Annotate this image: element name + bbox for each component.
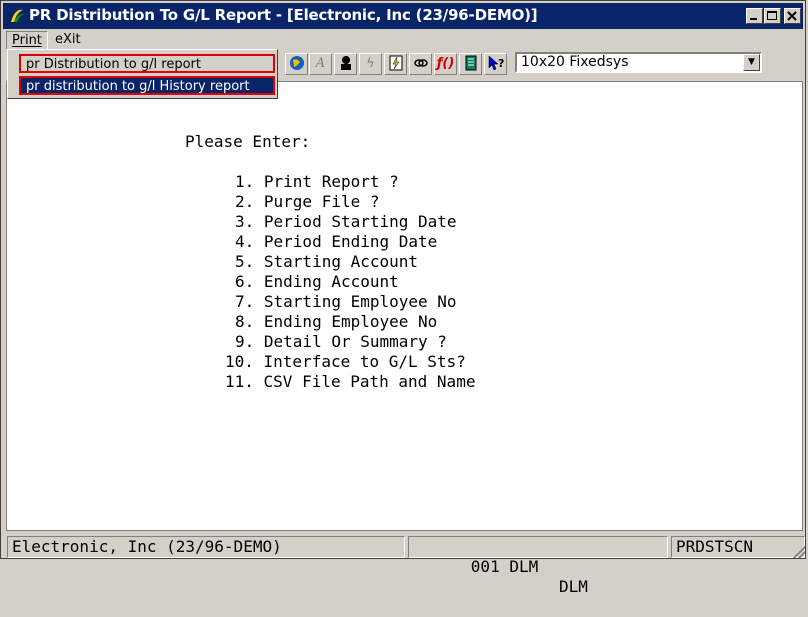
prompt-label: Please Enter: <box>185 132 311 151</box>
menu-option-10: 10. Interface to G/L Sts? <box>225 352 466 371</box>
function-icon[interactable]: ƒ() <box>434 53 457 75</box>
status-program: PRDSTSCN <box>671 536 805 558</box>
title-bar: PR Distribution To G/L Report - [Electro… <box>3 3 803 29</box>
globe-icon[interactable] <box>285 53 308 75</box>
minimize-button[interactable] <box>746 8 763 24</box>
menu-print-label: Print <box>12 33 42 48</box>
menu-option-8: 8. Ending Employee No <box>235 312 438 331</box>
menu-option-2: 2. Purge File ? <box>235 192 380 211</box>
status-user: DLM <box>559 577 588 596</box>
font-select-value: 10x20 Fixedsys <box>521 54 629 70</box>
minimize-icon <box>750 18 757 20</box>
status-company: Electronic, Inc (23/96-DEMO) <box>7 536 405 558</box>
menu-print[interactable]: Print <box>6 31 48 50</box>
menu-exit-label: eXit <box>55 32 81 47</box>
svg-text:?: ? <box>498 57 504 70</box>
print-dropdown-menu: pr Distribution to g/l report pr distrib… <box>7 49 278 99</box>
menu-exit[interactable]: eXit <box>50 31 86 48</box>
menu-option-6: 6. Ending Account <box>235 272 399 291</box>
close-icon <box>787 11 797 21</box>
maximize-button[interactable] <box>764 8 781 24</box>
notes-icon[interactable] <box>459 53 482 75</box>
font-select[interactable]: 10x20 Fixedsys ▼ <box>515 52 762 73</box>
close-button[interactable] <box>784 8 801 24</box>
status-session: 001 DLM DLM <box>408 536 668 596</box>
menu-option-1: 1. Print Report ? <box>235 172 399 191</box>
chevron-down-icon[interactable]: ▼ <box>743 54 760 71</box>
link-icon[interactable] <box>409 53 432 75</box>
menu-item-distribution-report-label: pr Distribution to g/l report <box>26 57 201 72</box>
resize-grip[interactable] <box>793 546 805 558</box>
menu-option-4: 4. Period Ending Date <box>235 232 438 251</box>
status-bar: Electronic, Inc (23/96-DEMO) 001 DLM DLM… <box>1 535 807 596</box>
app-logo-icon <box>8 8 26 24</box>
bust-icon[interactable] <box>334 53 357 75</box>
terminal-screen: Please Enter: 1. Print Report ? 2. Purge… <box>6 81 803 531</box>
menu-bar: Print eXit <box>3 29 803 51</box>
menu-option-3: 3. Period Starting Date <box>235 212 457 231</box>
lightning-icon[interactable]: ϟ <box>359 53 382 75</box>
maximize-icon <box>767 11 777 20</box>
window-title: PR Distribution To G/L Report - [Electro… <box>29 6 538 24</box>
menu-option-5: 5. Starting Account <box>235 252 419 271</box>
menu-item-history-report[interactable]: pr distribution to g/l History report <box>19 76 275 95</box>
font-icon[interactable]: A <box>309 53 332 75</box>
status-code: 001 DLM <box>470 557 539 576</box>
help-pointer-icon[interactable]: ? <box>484 53 507 75</box>
menu-item-history-report-label: pr distribution to g/l History report <box>26 79 250 94</box>
lightning-doc-icon[interactable] <box>384 53 407 75</box>
menu-item-distribution-report[interactable]: pr Distribution to g/l report <box>19 54 275 73</box>
menu-option-11: 11. CSV File Path and Name <box>225 372 476 391</box>
menu-option-9: 9. Detail Or Summary ? <box>235 332 447 351</box>
menu-option-7: 7. Starting Employee No <box>235 292 457 311</box>
